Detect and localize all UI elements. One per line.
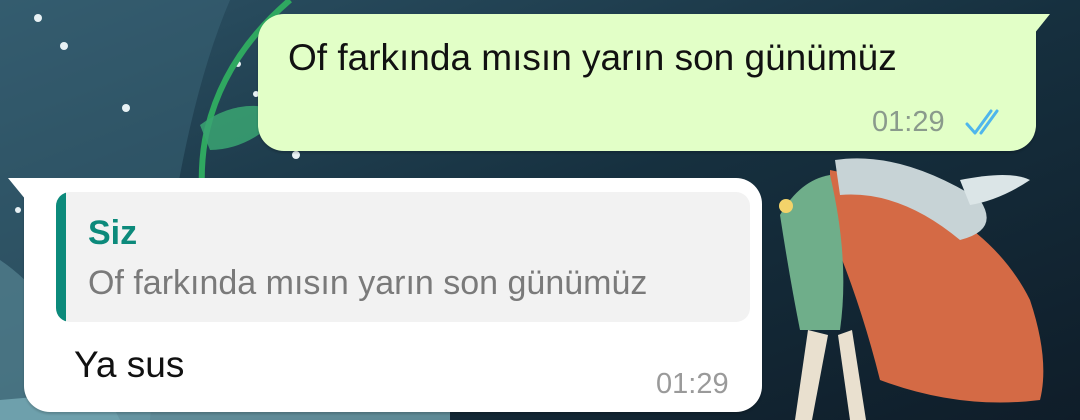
star-7 bbox=[15, 207, 21, 213]
incoming-message-bubble[interactable]: Siz Of farkında mısın yarın son günümüz … bbox=[8, 178, 762, 412]
quote-accent-bar bbox=[56, 192, 66, 322]
bubble-tail bbox=[1034, 14, 1050, 34]
star-6 bbox=[292, 151, 300, 159]
bubble-tail bbox=[8, 178, 26, 200]
outgoing-message-text: Of farkında mısın yarın son günümüz bbox=[288, 37, 897, 78]
small-star-ornament bbox=[779, 199, 793, 213]
double-check-read-icon bbox=[965, 109, 999, 135]
quoted-message-text: Of farkında mısın yarın son günümüz bbox=[88, 264, 648, 302]
incoming-message-text: Ya sus bbox=[74, 344, 185, 385]
quoted-message-author: Siz bbox=[88, 214, 138, 252]
outgoing-message-bubble[interactable]: Of farkında mısın yarın son günümüz 01:2… bbox=[258, 14, 1050, 151]
outgoing-message-time: 01:29 bbox=[872, 106, 945, 138]
star-1 bbox=[34, 14, 42, 22]
incoming-message-time: 01:29 bbox=[656, 368, 729, 400]
star-3 bbox=[122, 104, 130, 112]
quoted-message[interactable]: Siz Of farkında mısın yarın son günümüz bbox=[56, 192, 750, 322]
star-2 bbox=[60, 42, 68, 50]
